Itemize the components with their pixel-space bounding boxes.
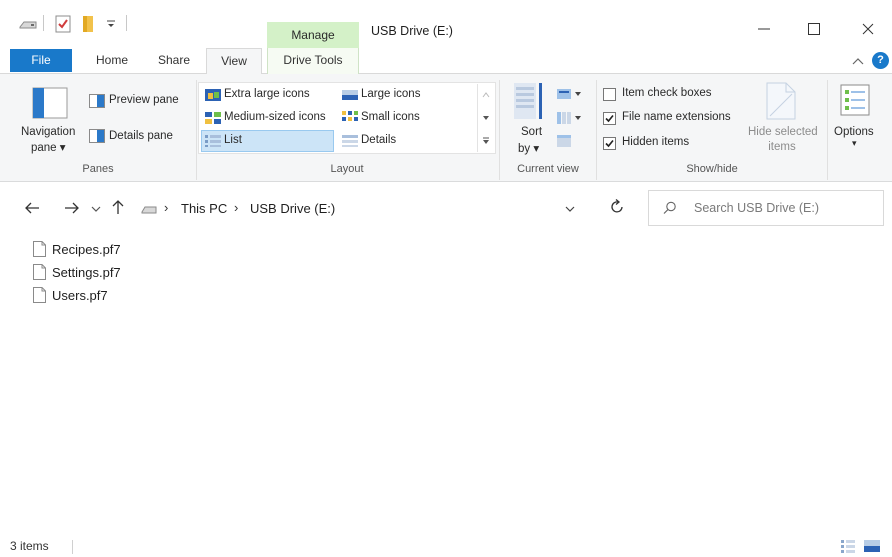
file-list: Recipes.pf7 Settings.pf7 Users.pf7 bbox=[0, 232, 892, 536]
navigation-pane-label[interactable]: Navigation bbox=[21, 126, 75, 138]
ribbon-tabs: File Home Share View Drive Tools ? bbox=[0, 48, 892, 75]
medium-icons-option[interactable]: Medium-sized icons bbox=[224, 111, 326, 123]
tab-view[interactable]: View bbox=[206, 48, 262, 75]
gallery-up-icon[interactable] bbox=[482, 92, 490, 98]
details-view-icon bbox=[342, 135, 358, 147]
extra-large-icons-icon bbox=[205, 89, 221, 101]
list-option-label: List bbox=[224, 134, 242, 146]
options-dropdown-icon[interactable]: ▾ bbox=[852, 138, 857, 149]
breadcrumb-usb-drive[interactable]: USB Drive (E:) bbox=[250, 201, 335, 216]
item-count: 3 items bbox=[10, 539, 49, 553]
minimize-icon bbox=[758, 28, 770, 30]
options-button[interactable]: Options bbox=[834, 126, 874, 138]
breadcrumb-this-pc[interactable]: This PC bbox=[181, 201, 227, 216]
hidden-items-checkbox[interactable] bbox=[603, 137, 616, 150]
checkmark-icon bbox=[605, 139, 614, 148]
up-icon[interactable] bbox=[112, 199, 124, 215]
item-check-boxes-label[interactable]: Item check boxes bbox=[622, 87, 711, 99]
status-divider bbox=[72, 540, 73, 554]
ribbon: Navigation pane ▾ Preview pane Details p… bbox=[0, 74, 892, 182]
hide-selected-label[interactable]: Hide selected bbox=[748, 126, 818, 138]
minimize-button[interactable] bbox=[744, 16, 784, 42]
list-item[interactable]: Recipes.pf7 bbox=[33, 238, 121, 260]
tab-drive-tools[interactable]: Drive Tools bbox=[267, 48, 359, 74]
manage-context-label: Manage bbox=[267, 22, 359, 48]
preview-pane-icon bbox=[89, 94, 105, 108]
breadcrumb-separator[interactable]: › bbox=[234, 200, 238, 215]
small-icons-option[interactable]: Small icons bbox=[361, 111, 420, 123]
group-by-icon[interactable] bbox=[557, 87, 583, 101]
search-box[interactable]: Search USB Drive (E:) bbox=[648, 190, 884, 226]
list-item[interactable]: Users.pf7 bbox=[33, 284, 108, 306]
gallery-down-icon[interactable] bbox=[482, 115, 490, 121]
item-check-boxes-checkbox[interactable] bbox=[603, 88, 616, 101]
details-option[interactable]: Details bbox=[361, 134, 396, 146]
details-pane-icon bbox=[89, 129, 105, 143]
navigation-pane-label-2[interactable]: pane ▾ bbox=[31, 140, 66, 154]
customize-qat-icon[interactable] bbox=[106, 19, 116, 29]
options-icon bbox=[840, 84, 870, 116]
checkmark-icon bbox=[605, 114, 614, 123]
tab-home[interactable]: Home bbox=[84, 48, 140, 74]
close-button[interactable] bbox=[848, 16, 888, 42]
preview-pane-button[interactable]: Preview pane bbox=[109, 94, 179, 106]
large-icons-toggle-icon[interactable] bbox=[864, 540, 880, 552]
collapse-ribbon-icon[interactable] bbox=[852, 57, 864, 65]
layout-gallery-scroll[interactable] bbox=[477, 84, 493, 152]
size-columns-icon[interactable] bbox=[557, 134, 573, 148]
small-icons-icon bbox=[342, 111, 358, 121]
help-icon[interactable]: ? bbox=[872, 52, 889, 69]
hide-selected-items-icon bbox=[766, 82, 796, 120]
large-icons-icon bbox=[342, 90, 358, 100]
panes-group-label: Panes bbox=[82, 163, 114, 175]
file-name-extensions-label[interactable]: File name extensions bbox=[622, 111, 731, 123]
large-icons-option[interactable]: Large icons bbox=[361, 88, 420, 100]
hidden-items-label[interactable]: Hidden items bbox=[622, 136, 689, 148]
file-icon bbox=[33, 287, 46, 303]
gallery-more-icon[interactable] bbox=[482, 137, 490, 145]
drive-icon bbox=[141, 206, 157, 214]
current-view-group-label: Current view bbox=[517, 163, 579, 175]
file-name: Recipes.pf7 bbox=[52, 241, 121, 257]
status-bar: 3 items bbox=[0, 536, 892, 557]
close-icon bbox=[862, 23, 874, 35]
search-placeholder: Search USB Drive (E:) bbox=[694, 201, 820, 215]
drive-icon bbox=[19, 21, 37, 29]
details-view-toggle-icon[interactable] bbox=[841, 539, 855, 553]
file-icon bbox=[33, 241, 46, 257]
tab-share[interactable]: Share bbox=[146, 48, 202, 74]
navigation-pane-icon[interactable] bbox=[32, 87, 68, 119]
refresh-icon[interactable] bbox=[611, 199, 625, 215]
properties-icon[interactable] bbox=[54, 14, 72, 34]
sort-by-icon bbox=[514, 83, 542, 119]
search-icon bbox=[663, 201, 676, 214]
show-hide-group-label: Show/hide bbox=[686, 163, 738, 175]
tab-file[interactable]: File bbox=[10, 49, 72, 72]
file-name: Settings.pf7 bbox=[52, 264, 121, 280]
maximize-icon bbox=[808, 23, 820, 35]
sort-by-label[interactable]: Sort bbox=[521, 126, 542, 138]
maximize-button[interactable] bbox=[794, 16, 834, 42]
address-dropdown-icon[interactable] bbox=[565, 205, 575, 213]
add-columns-icon[interactable] bbox=[557, 111, 583, 125]
file-name-extensions-checkbox[interactable] bbox=[603, 112, 616, 125]
sort-by-label-2[interactable]: by ▾ bbox=[518, 141, 539, 155]
back-icon[interactable] bbox=[24, 202, 40, 214]
forward-icon[interactable] bbox=[64, 202, 80, 214]
breadcrumb-separator[interactable]: › bbox=[164, 200, 168, 215]
new-folder-icon[interactable] bbox=[80, 14, 98, 34]
details-pane-button[interactable]: Details pane bbox=[109, 130, 173, 142]
file-icon bbox=[33, 264, 46, 280]
hide-selected-label-2[interactable]: items bbox=[748, 141, 816, 153]
extra-large-icons-option[interactable]: Extra large icons bbox=[224, 88, 310, 100]
layout-group-label: Layout bbox=[330, 163, 364, 175]
file-name: Users.pf7 bbox=[52, 287, 108, 303]
recent-locations-icon[interactable] bbox=[91, 205, 101, 213]
list-view-icon bbox=[205, 135, 221, 147]
window-title: USB Drive (E:) bbox=[371, 24, 453, 38]
list-item[interactable]: Settings.pf7 bbox=[33, 261, 121, 283]
title-bar: Manage USB Drive (E:) bbox=[0, 0, 892, 48]
address-bar[interactable]: › This PC › USB Drive (E:) bbox=[133, 190, 597, 226]
medium-icons-icon bbox=[205, 112, 221, 124]
